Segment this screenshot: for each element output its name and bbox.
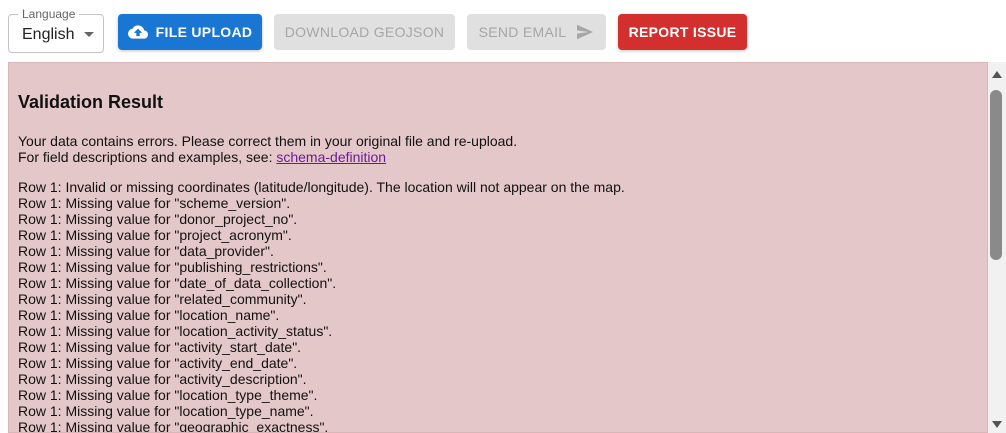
scrollbar-thumb[interactable] <box>990 90 1002 260</box>
error-item: Row 1: Missing value for "related_commun… <box>18 291 307 307</box>
send-email-label: SEND EMAIL <box>478 24 567 40</box>
download-geojson-label: DOWNLOAD GEOJSON <box>284 24 445 40</box>
file-upload-label: FILE UPLOAD <box>155 24 253 40</box>
error-item: Row 1: Missing value for "location_name"… <box>18 307 280 323</box>
report-issue-button[interactable]: REPORT ISSUE <box>618 14 747 50</box>
language-select[interactable]: Language English <box>8 6 104 53</box>
error-item: Row 1: Missing value for "donor_project_… <box>18 211 298 227</box>
language-legend: Language <box>18 6 80 22</box>
toolbar: Language English FILE UPLOAD DOWNLOAD GE… <box>0 0 1006 62</box>
language-value: English <box>22 26 75 43</box>
error-item: Row 1: Missing value for "date_of_data_c… <box>18 275 337 291</box>
download-geojson-button[interactable]: DOWNLOAD GEOJSON <box>274 14 455 50</box>
report-issue-label: REPORT ISSUE <box>628 24 737 40</box>
cloud-upload-icon <box>127 25 148 39</box>
error-item: Row 1: Missing value for "data_provider"… <box>18 243 274 259</box>
intro-line-2: For field descriptions and examples, see… <box>18 149 517 165</box>
validation-intro: Your data contains errors. Please correc… <box>18 133 517 165</box>
scroll-down-arrow-icon[interactable] <box>992 421 1002 428</box>
error-item: Row 1: Missing value for "location_type_… <box>18 387 318 403</box>
error-item: Row 1: Missing value for "publishing_res… <box>18 259 327 275</box>
error-item: Row 1: Missing value for "location_activ… <box>18 323 333 339</box>
schema-definition-link[interactable]: schema-definition <box>276 149 386 165</box>
error-list: Row 1: Invalid or missing coordinates (l… <box>18 179 625 433</box>
chevron-down-icon[interactable] <box>84 32 94 37</box>
error-item: Row 1: Missing value for "geographic_exa… <box>18 419 329 433</box>
file-upload-button[interactable]: FILE UPLOAD <box>118 14 262 50</box>
send-email-button[interactable]: SEND EMAIL <box>467 14 606 50</box>
error-item: Row 1: Missing value for "activity_descr… <box>18 371 307 387</box>
intro-line-2-prefix: For field descriptions and examples, see… <box>18 149 277 165</box>
scroll-up-arrow-icon[interactable] <box>992 71 1002 78</box>
send-icon <box>577 24 594 40</box>
intro-line-1: Your data contains errors. Please correc… <box>18 133 518 149</box>
validation-result-title: Validation Result <box>18 92 164 112</box>
error-item: Row 1: Missing value for "location_type_… <box>18 403 314 419</box>
error-item: Row 1: Invalid or missing coordinates (l… <box>18 179 625 195</box>
error-item: Row 1: Missing value for "project_acrony… <box>18 227 292 243</box>
error-item: Row 1: Missing value for "activity_end_d… <box>18 355 298 371</box>
error-item: Row 1: Missing value for "activity_start… <box>18 339 302 355</box>
vertical-scrollbar[interactable] <box>988 62 1006 433</box>
error-item: Row 1: Missing value for "scheme_version… <box>18 195 291 211</box>
validation-result-panel: Validation Result Your data contains err… <box>8 62 988 433</box>
